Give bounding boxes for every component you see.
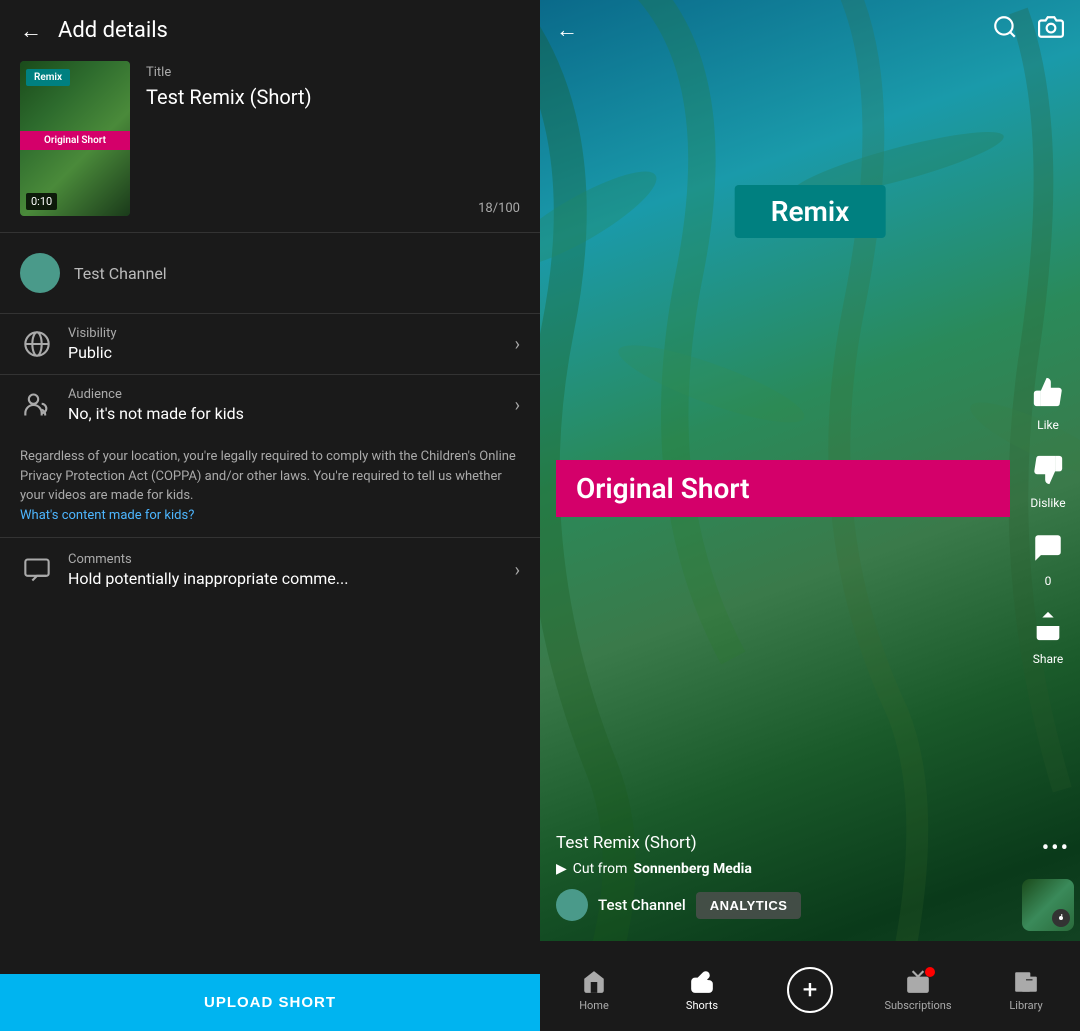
- coppa-description: Regardless of your location, you're lega…: [20, 449, 516, 503]
- analytics-button[interactable]: ANALYTICS: [696, 892, 802, 919]
- comments-count: 0: [1045, 574, 1052, 588]
- channel-name-overlay: Test Channel: [598, 896, 686, 914]
- channel-avatar: [20, 253, 60, 293]
- coppa-text: Regardless of your location, you're lega…: [0, 435, 540, 537]
- nav-shorts[interactable]: Shorts: [648, 961, 756, 1012]
- video-info-section: Remix Original Short 0:10 Title Test Rem…: [0, 61, 540, 232]
- dislike-icon: [1026, 448, 1070, 492]
- audience-chevron: ›: [515, 395, 520, 416]
- left-panel: ← Add details Remix Original Short 0:10 …: [0, 0, 540, 1031]
- comments-bubble-icon: [1026, 526, 1070, 570]
- share-label: Share: [1033, 652, 1064, 666]
- subscriptions-icon: [905, 969, 931, 995]
- title-section: Title Test Remix (Short): [146, 61, 520, 110]
- nav-subscriptions[interactable]: Subscriptions: [864, 961, 972, 1012]
- duration-badge: 0:10: [26, 193, 57, 210]
- title-value[interactable]: Test Remix (Short): [146, 84, 520, 110]
- bottom-nav: Home Shorts + Subscriptions: [540, 941, 1080, 1031]
- add-button[interactable]: +: [787, 967, 833, 1013]
- share-button[interactable]: Share: [1026, 604, 1070, 666]
- right-header-icons: [992, 14, 1064, 46]
- right-panel: ← Remix Original Short: [540, 0, 1080, 1031]
- library-icon: [1013, 969, 1039, 995]
- shorts-icon: [689, 969, 715, 995]
- audience-label: Audience: [68, 387, 501, 402]
- original-short-badge: Original Short: [20, 131, 130, 150]
- cut-from-channel[interactable]: Sonnenberg Media: [633, 861, 751, 877]
- visibility-value: Public: [68, 343, 501, 362]
- visibility-content: Visibility Public: [68, 326, 501, 362]
- nav-add[interactable]: +: [756, 959, 864, 1013]
- comments-button[interactable]: 0: [1026, 526, 1070, 588]
- channel-avatar-small: [556, 889, 588, 921]
- remix-badge: Remix: [26, 69, 70, 86]
- visibility-chevron: ›: [515, 334, 520, 355]
- visibility-label: Visibility: [68, 326, 501, 341]
- left-header: ← Add details: [0, 0, 540, 61]
- library-label: Library: [1009, 999, 1042, 1012]
- action-buttons: Like Dislike 0: [1026, 370, 1070, 666]
- shorts-label: Shorts: [686, 999, 718, 1012]
- camera-icon[interactable]: [1038, 14, 1064, 46]
- comments-chevron: ›: [515, 560, 520, 581]
- subscriptions-badge: [925, 967, 935, 977]
- share-arrow-icon: [1031, 609, 1065, 643]
- visibility-icon: [20, 327, 54, 361]
- audience-content: Audience No, it's not made for kids: [68, 387, 501, 423]
- search-icon[interactable]: [992, 14, 1018, 46]
- mini-thumb-inner: [1022, 879, 1074, 931]
- video-title-overlay: Test Remix (Short): [556, 833, 1010, 853]
- video-bottom-info: Test Remix (Short) ▶ Cut from Sonnenberg…: [556, 833, 1010, 921]
- right-header: ←: [540, 0, 1080, 60]
- page-title: Add details: [58, 18, 168, 43]
- back-button[interactable]: ←: [20, 20, 42, 42]
- cut-from-row: ▶ Cut from Sonnenberg Media: [556, 861, 1010, 877]
- thumbnail-bg: Remix Original Short 0:10: [20, 61, 130, 216]
- subscriptions-label: Subscriptions: [884, 999, 951, 1012]
- comments-row[interactable]: Comments Hold potentially inappropriate …: [0, 538, 540, 602]
- channel-row[interactable]: Test Channel: [0, 233, 540, 313]
- comments-icon: [20, 553, 54, 587]
- right-back-button[interactable]: ←: [556, 17, 578, 43]
- comment-icon: [1031, 531, 1065, 565]
- original-short-overlay: Original Short: [556, 460, 1010, 517]
- dislike-button[interactable]: Dislike: [1026, 448, 1070, 510]
- char-count: 18/100: [478, 201, 520, 216]
- audience-value: No, it's not made for kids: [68, 404, 501, 423]
- thumbs-down-icon: [1031, 453, 1065, 487]
- more-dots-icon: •••: [1042, 836, 1070, 861]
- comments-content: Comments Hold potentially inappropriate …: [68, 552, 501, 588]
- comments-label: Comments: [68, 552, 501, 567]
- nav-home[interactable]: Home: [540, 961, 648, 1012]
- like-button[interactable]: Like: [1026, 370, 1070, 432]
- audience-row[interactable]: Audience No, it's not made for kids ›: [0, 375, 540, 435]
- visibility-row[interactable]: Visibility Public ›: [0, 314, 540, 374]
- channel-row-bottom: Test Channel ANALYTICS: [556, 889, 1010, 921]
- chat-icon: [23, 556, 51, 584]
- audience-icon: [20, 388, 54, 422]
- upload-button[interactable]: UPLOAD SHORT: [0, 974, 540, 1031]
- more-options-area[interactable]: •••: [1042, 836, 1070, 861]
- video-thumbnail: Remix Original Short 0:10: [20, 61, 130, 216]
- globe-icon: [23, 330, 51, 358]
- mini-thumbnail[interactable]: [1022, 879, 1074, 931]
- title-label: Title: [146, 65, 520, 80]
- cut-from-text: Cut from: [573, 861, 628, 877]
- share-icon: [1026, 604, 1070, 648]
- home-label: Home: [579, 999, 609, 1012]
- comments-value: Hold potentially inappropriate comme...: [68, 569, 501, 588]
- thumbs-up-icon: [1031, 375, 1065, 409]
- coppa-link[interactable]: What's content made for kids?: [20, 508, 194, 523]
- home-icon: [581, 969, 607, 995]
- person-icon: [23, 391, 51, 419]
- dislike-label: Dislike: [1030, 496, 1065, 510]
- like-icon: [1026, 370, 1070, 414]
- nav-library[interactable]: Library: [972, 961, 1080, 1012]
- channel-name: Test Channel: [74, 264, 167, 283]
- like-label: Like: [1037, 418, 1059, 432]
- remix-overlay-badge: Remix: [735, 185, 886, 238]
